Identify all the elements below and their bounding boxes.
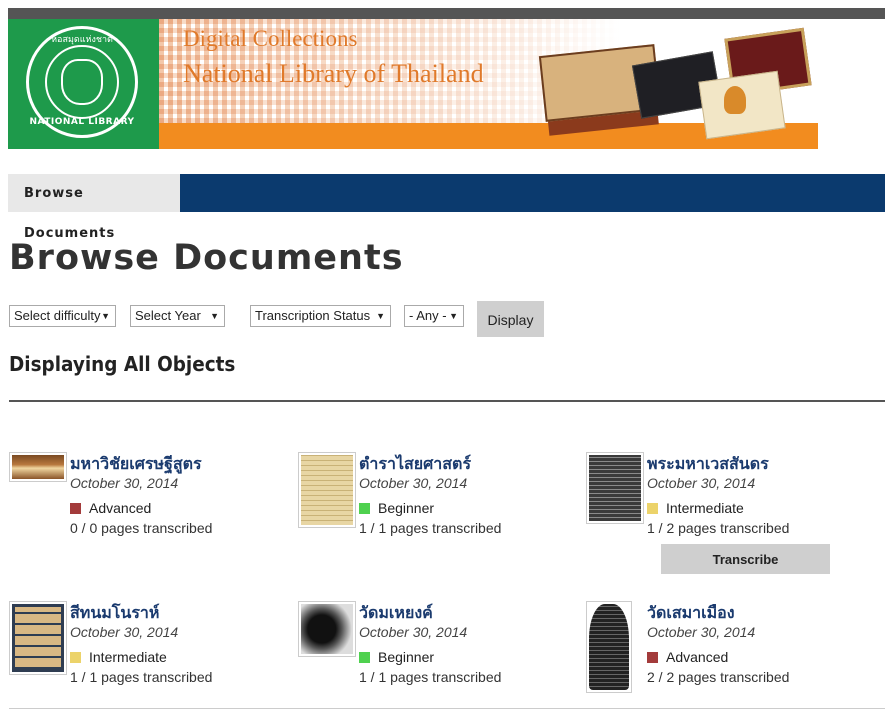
status-select-value: Transcription Status [255,308,371,323]
status-value-select[interactable]: - Any - ▼ [404,305,464,327]
transcribe-button[interactable]: Transcribe [661,544,830,574]
pages-transcribed: 1 / 2 pages transcribed [647,520,790,536]
chevron-down-icon: ▼ [449,311,458,321]
year-select[interactable]: Select Year ▼ [130,305,225,327]
transcription-status-select[interactable]: Transcription Status ▼ [250,305,391,327]
top-bar [8,8,885,19]
difficulty-badge: Intermediate [647,500,744,516]
item-title-link[interactable]: มหาวิชัยเศรษฐีสูตร [70,452,202,477]
library-logo[interactable]: หอสมุดแห่งชาติ NATIONAL LIBRARY [8,19,159,149]
seal-text-bottom: NATIONAL LIBRARY [29,117,135,127]
manuscripts-image [538,27,818,140]
list-item: ตำราไสยศาสตร์ October 30, 2014 Beginner … [298,452,568,562]
year-select-value: Select Year [135,308,201,323]
item-thumbnail[interactable] [9,601,67,675]
difficulty-badge: Beginner [359,649,434,665]
item-title-link[interactable]: ตำราไสยศาสตร์ [359,452,471,477]
difficulty-badge: Advanced [647,649,728,665]
page-title: Browse Documents [9,238,404,278]
banner-title-line1: Digital Collections [183,26,358,51]
pages-transcribed: 1 / 1 pages transcribed [70,669,213,685]
list-item: วัดเสมาเมือง October 30, 2014 Advanced 2… [586,601,856,711]
main-nav: Browse Documents [8,174,885,241]
seal-text-top: หอสมุดแห่งชาติ [51,35,113,45]
item-date: October 30, 2014 [70,624,179,640]
pages-transcribed: 0 / 0 pages transcribed [70,520,213,536]
library-seal-icon: หอสมุดแห่งชาติ NATIONAL LIBRARY [26,26,138,138]
item-thumbnail[interactable] [586,601,632,693]
item-title-link[interactable]: พระมหาเวสสันดร [647,452,769,477]
item-title-link[interactable]: สีทนมโนราห์ [70,601,159,626]
pages-transcribed: 2 / 2 pages transcribed [647,669,790,685]
item-thumbnail[interactable] [298,601,356,657]
nav-tab-browse-documents[interactable]: Browse Documents [8,174,180,241]
difficulty-badge: Beginner [359,500,434,516]
difficulty-select[interactable]: Select difficulty ▼ [9,305,116,327]
item-date: October 30, 2014 [647,624,756,640]
pages-transcribed: 1 / 1 pages transcribed [359,520,502,536]
divider [9,400,885,402]
banner-title-line2: National Library of Thailand [183,59,484,88]
list-item: วัดมเหยงค์ October 30, 2014 Beginner 1 /… [298,601,568,711]
pages-transcribed: 1 / 1 pages transcribed [359,669,502,685]
chevron-down-icon: ▼ [101,311,110,321]
status-value-select-value: - Any - [409,308,447,323]
difficulty-select-value: Select difficulty [14,308,101,323]
difficulty-badge: Intermediate [70,649,167,665]
difficulty-badge: Advanced [70,500,151,516]
item-title-link[interactable]: วัดเสมาเมือง [647,601,735,626]
chevron-down-icon: ▼ [376,311,385,321]
item-date: October 30, 2014 [359,624,468,640]
item-date: October 30, 2014 [359,475,468,491]
bottom-divider [9,708,885,709]
item-date: October 30, 2014 [647,475,756,491]
list-item: สีทนมโนราห์ October 30, 2014 Intermediat… [9,601,279,711]
item-thumbnail[interactable] [298,452,356,528]
item-date: October 30, 2014 [70,475,179,491]
list-item: มหาวิชัยเศรษฐีสูตร October 30, 2014 Adva… [9,452,279,562]
item-thumbnail[interactable] [9,452,67,482]
item-thumbnail[interactable] [586,452,644,524]
display-button[interactable]: Display [477,301,544,337]
chevron-down-icon: ▼ [210,311,219,321]
results-heading: Displaying All Objects [9,352,236,376]
item-title-link[interactable]: วัดมเหยงค์ [359,601,433,626]
